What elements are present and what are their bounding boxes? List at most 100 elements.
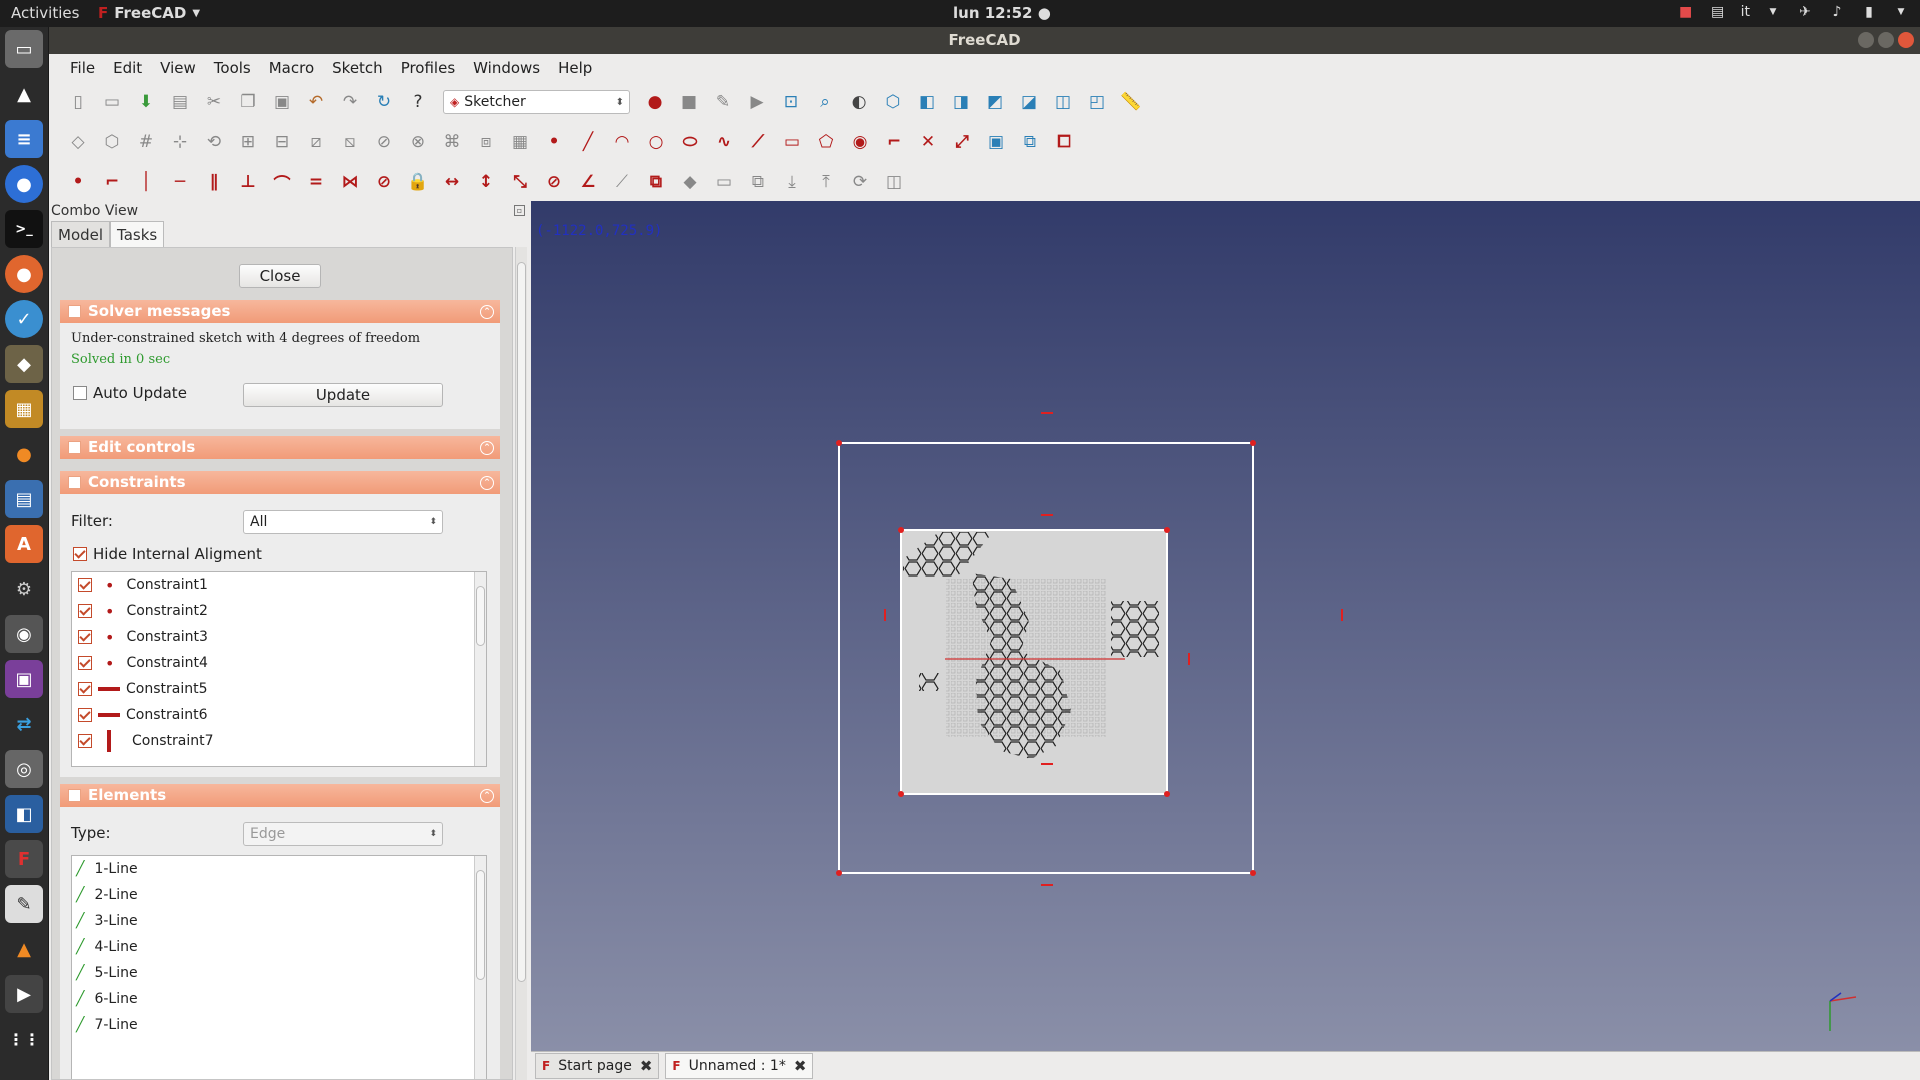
collapse-icon[interactable]: ⌃ [480, 305, 494, 319]
replace-link-icon[interactable]: ⟳ [848, 170, 872, 194]
constrain-coincident-icon[interactable]: • [66, 170, 90, 194]
elements-header[interactable]: Elements ⌃ [60, 784, 500, 807]
hide-internal-checkbox[interactable] [73, 547, 87, 561]
software-center-icon[interactable]: A [5, 525, 43, 563]
list-item[interactable]: Constraint5 [72, 676, 486, 702]
view-top-icon[interactable]: ◨ [949, 90, 973, 114]
view-sketch-icon[interactable]: ⬡ [100, 130, 124, 154]
create-slot-icon[interactable]: ◉ [848, 130, 872, 154]
constrain-equal-icon[interactable]: = [304, 170, 328, 194]
close-button[interactable]: Close [239, 264, 321, 288]
eye-icon[interactable]: ◎ [5, 750, 43, 788]
view-front-icon[interactable]: ◧ [915, 90, 939, 114]
filter-select[interactable]: All ⬍ [243, 510, 443, 534]
constraint-checkbox[interactable] [78, 656, 92, 670]
copy-icon[interactable]: ❐ [236, 90, 260, 114]
clipboard-icon[interactable]: ▤ [1709, 3, 1727, 21]
terminal-icon[interactable]: >_ [5, 210, 43, 248]
list-item[interactable]: Constraint6 [72, 702, 486, 728]
create-polyline-icon[interactable]: ⟋ [746, 130, 770, 154]
list-item[interactable]: ╱ 7-Line [72, 1012, 486, 1038]
scrollbar-thumb[interactable] [476, 586, 485, 646]
firefox-icon[interactable]: ● [5, 255, 43, 293]
list-item[interactable]: • Constraint4 [72, 650, 486, 676]
edit-macro-icon[interactable]: ✎ [711, 90, 735, 114]
close-window-button[interactable] [1898, 32, 1914, 48]
new-file-icon[interactable]: ▯ [66, 90, 90, 114]
webcam-icon[interactable]: ▣ [5, 660, 43, 698]
stop-macro-icon[interactable]: ■ [677, 90, 701, 114]
activities-button[interactable]: Activities [11, 4, 79, 22]
symmetry-tool-icon[interactable]: ⧈ [474, 130, 498, 154]
fit-selection-icon[interactable]: ⌕ [813, 90, 837, 114]
merge-sketch-icon[interactable]: ⊟ [270, 130, 294, 154]
constraint-checkbox[interactable] [78, 734, 92, 748]
create-point-icon[interactable]: • [542, 130, 566, 154]
collapse-icon[interactable]: ⌃ [480, 789, 494, 803]
constraint-checkbox[interactable] [78, 682, 92, 696]
menu-file[interactable]: File [61, 59, 104, 77]
inkscape-icon[interactable]: ▲ [5, 75, 43, 113]
tab-model[interactable]: Model [51, 221, 111, 248]
document-scanner-icon[interactable]: ▤ [5, 480, 43, 518]
constrain-lock-icon[interactable]: 🔒 [406, 170, 430, 194]
list-item[interactable]: • Constraint3 [72, 624, 486, 650]
clock[interactable]: lun 12:52 ● [953, 4, 1051, 22]
menu-view[interactable]: View [151, 59, 205, 77]
edit-controls-header[interactable]: Edit controls ⌃ [60, 436, 500, 459]
open-file-icon[interactable]: ▭ [100, 90, 124, 114]
3d-view[interactable]: (-1122.0,725.9) [531, 201, 1920, 1051]
list-item[interactable]: ╱ 3-Line [72, 908, 486, 934]
create-rectangle-icon[interactable]: ▭ [780, 130, 804, 154]
list-item[interactable]: • Constraint1 [72, 572, 486, 598]
rectangular-array-icon[interactable]: ▦ [508, 130, 532, 154]
list-item[interactable]: ╱ 5-Line [72, 960, 486, 986]
list-item[interactable]: ╱ 2-Line [72, 882, 486, 908]
scrollbar-thumb[interactable] [476, 870, 485, 980]
create-circle-icon[interactable]: ○ [644, 130, 668, 154]
maximize-button[interactable] [1878, 32, 1894, 48]
screenshot-icon[interactable]: ◉ [5, 615, 43, 653]
view-bottom-icon[interactable]: ◫ [1051, 90, 1075, 114]
leave-sketch-icon[interactable]: ◇ [66, 130, 90, 154]
elements-list[interactable]: ╱ 1-Line ╱ 2-Line ╱ 3-Line ╱ 4-Line ╱ 5-Line … [71, 855, 487, 1079]
kicad-icon[interactable]: ▦ [5, 390, 43, 428]
constrain-vertical-icon[interactable]: │ [134, 170, 158, 194]
list-item[interactable]: ╱ 4-Line [72, 934, 486, 960]
construction-mode-icon[interactable]: ⧠ [1052, 130, 1076, 154]
export-link-icon[interactable]: ⤒ [814, 170, 838, 194]
extend-icon[interactable]: ⤢ [950, 130, 974, 154]
constrain-point-on-object-icon[interactable]: ⌐ [100, 170, 124, 194]
constraint-checkbox[interactable] [78, 604, 92, 618]
menu-profiles[interactable]: Profiles [392, 59, 464, 77]
list-item[interactable]: • Constraint2 [72, 598, 486, 624]
menu-help[interactable]: Help [549, 59, 601, 77]
auto-update-checkbox[interactable] [73, 386, 87, 400]
chromium-icon[interactable]: ● [5, 165, 43, 203]
tab-start-page[interactable]: F Start page ✖ [535, 1053, 660, 1079]
constrain-snells-law-icon[interactable]: ⟋ [610, 170, 634, 194]
menu-windows[interactable]: Windows [464, 59, 549, 77]
list-item[interactable]: ╱ 6-Line [72, 986, 486, 1012]
view-left-icon[interactable]: ◰ [1085, 90, 1109, 114]
constrain-radius-icon[interactable]: ⊘ [542, 170, 566, 194]
constraints-scrollbar[interactable] [474, 572, 486, 766]
menu-tools[interactable]: Tools [205, 59, 260, 77]
redo-icon[interactable]: ↷ [338, 90, 362, 114]
constrain-symmetric-icon[interactable]: ⋈ [338, 170, 362, 194]
settings-icon[interactable]: ⚙ [5, 570, 43, 608]
close-tab-icon[interactable]: ✖ [640, 1057, 653, 1075]
fit-all-icon[interactable]: ⊡ [779, 90, 803, 114]
map-sketch-icon[interactable]: ⟲ [202, 130, 226, 154]
select-constraints-icon[interactable]: ⧅ [338, 130, 362, 154]
constrain-vertical-distance-icon[interactable]: ↕ [474, 170, 498, 194]
browser-icon[interactable]: ✓ [5, 300, 43, 338]
constrain-horizontal-distance-icon[interactable]: ↔ [440, 170, 464, 194]
sketch-canvas[interactable] [531, 201, 1920, 1051]
airplane-icon[interactable]: ✈ [1796, 3, 1814, 21]
create-conic-icon[interactable]: ⬭ [678, 130, 702, 154]
menu-edit[interactable]: Edit [104, 59, 151, 77]
part-icon[interactable]: ◆ [678, 170, 702, 194]
volume-icon[interactable]: ♪ [1828, 3, 1846, 21]
save-icon[interactable]: ⬇ [134, 90, 158, 114]
